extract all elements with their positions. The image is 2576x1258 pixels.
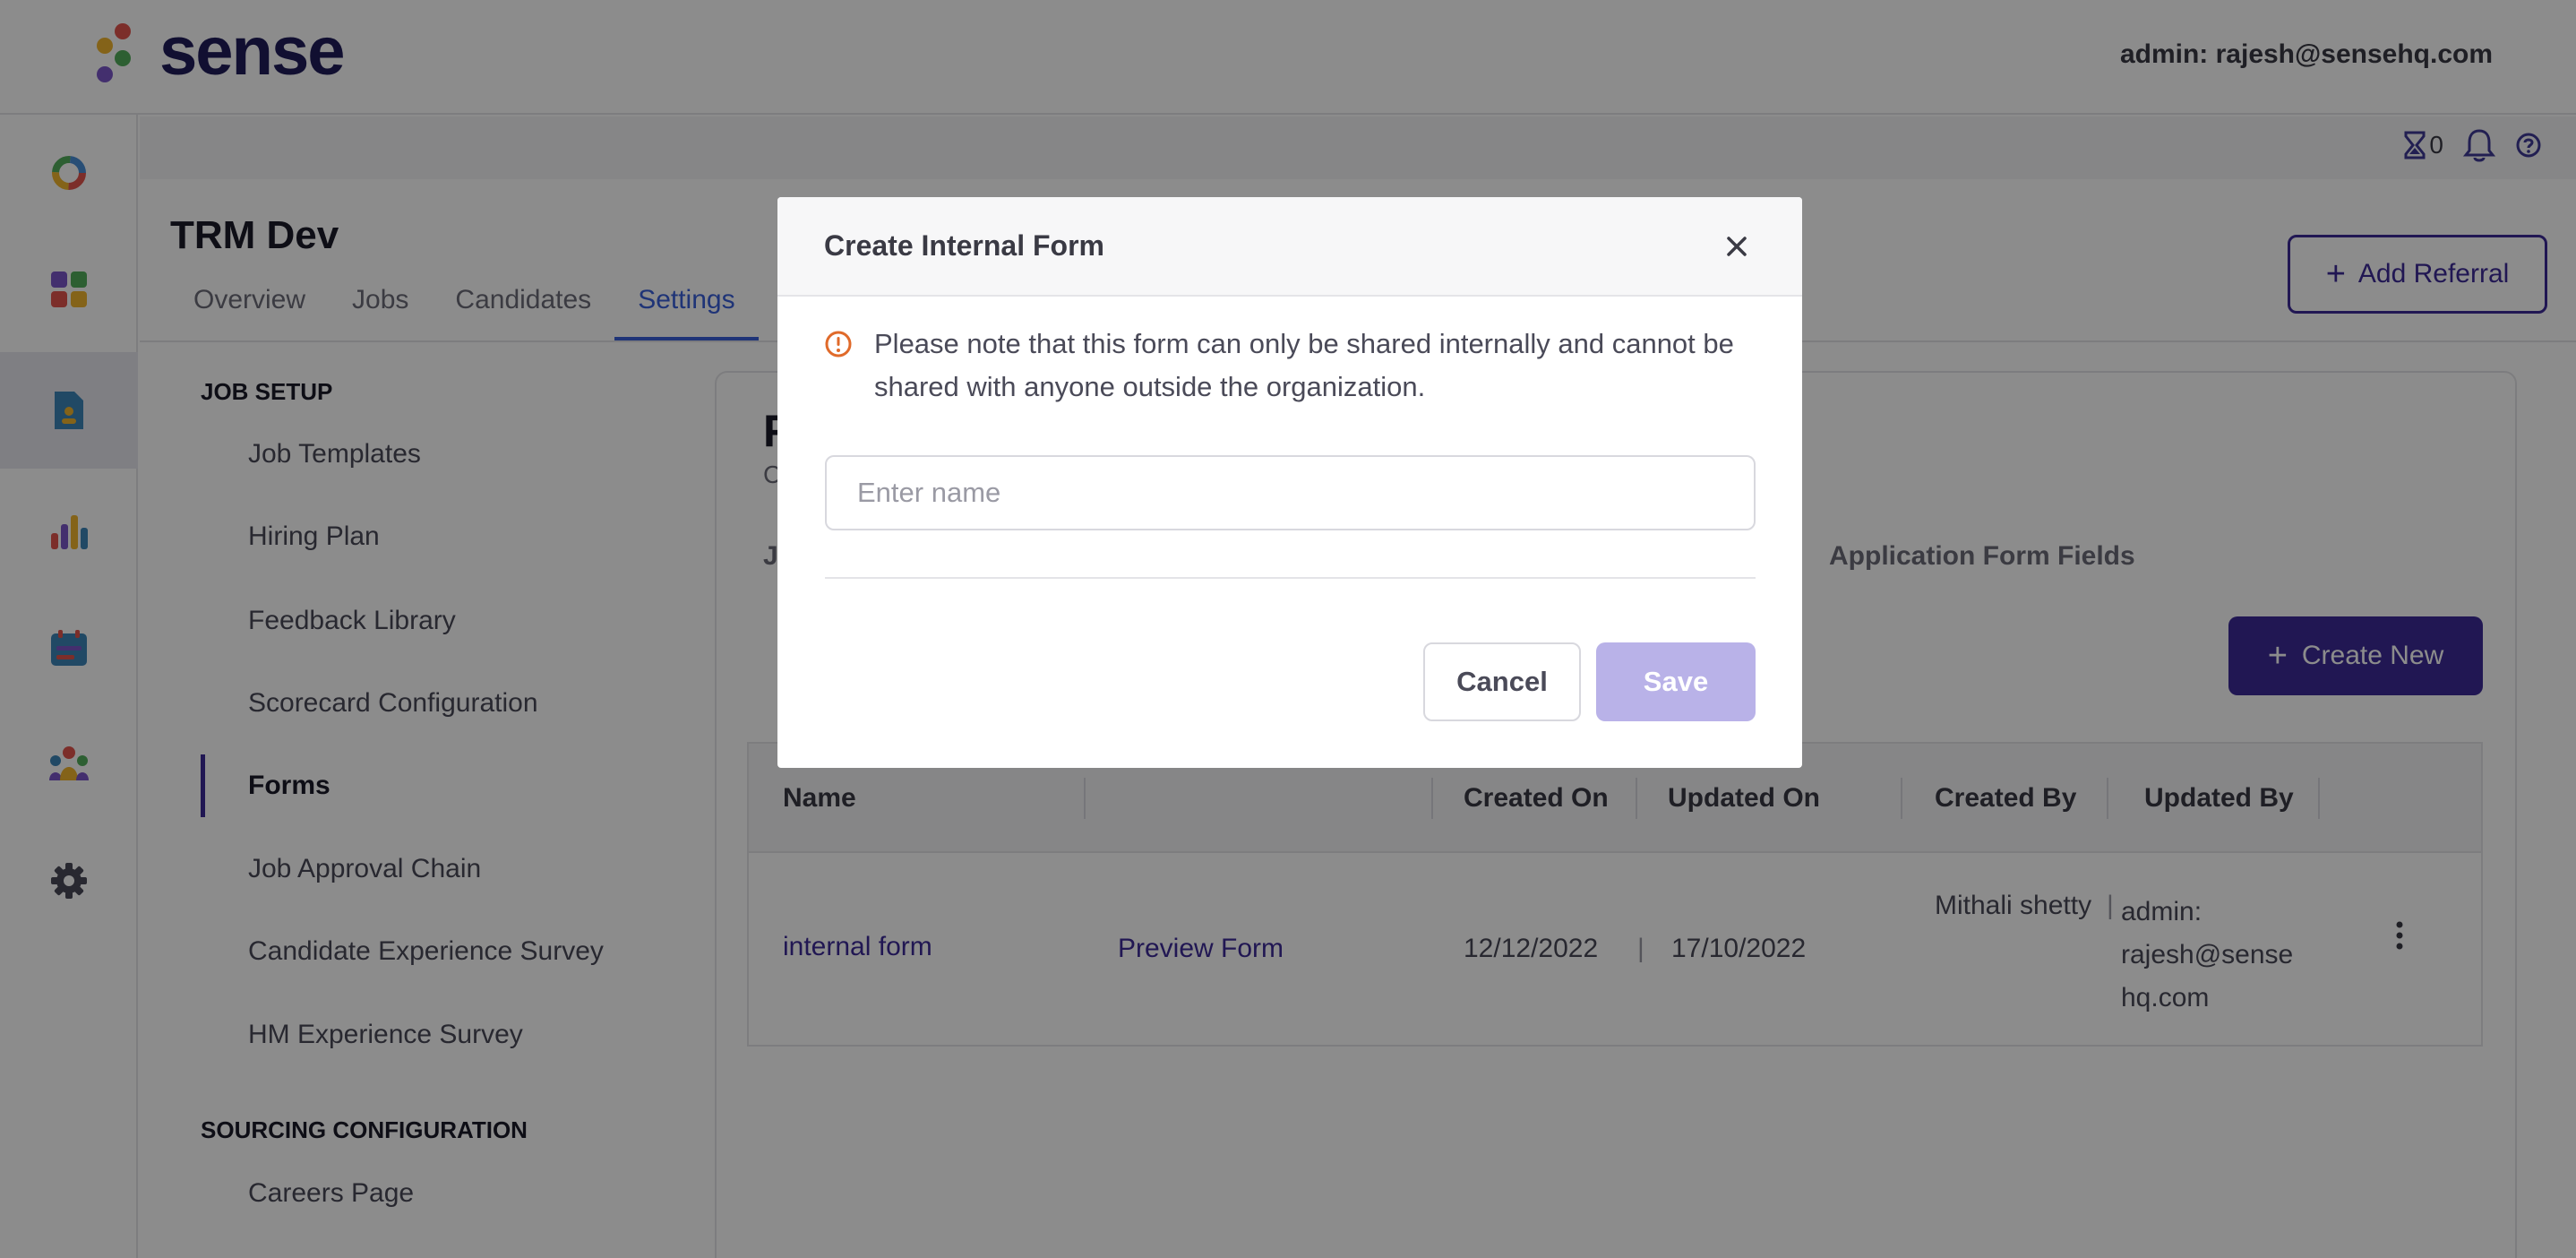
close-icon[interactable] [1725,235,1748,258]
dialog-header: Create Internal Form [777,197,1802,297]
cancel-button[interactable]: Cancel [1423,642,1581,721]
notice-line: shared with anyone outside the organizat… [874,371,1426,402]
warning-circle-icon [825,331,852,358]
notice-text: Please note that this form can only be s… [874,323,1734,409]
internal-notice: Please note that this form can only be s… [824,323,1756,409]
notice-line: Please note that this form can only be s… [874,328,1734,359]
form-name-input[interactable] [825,455,1756,530]
dialog-divider [825,577,1756,579]
create-internal-form-dialog: Create Internal Form Please note that th… [777,197,1802,768]
dialog-title: Create Internal Form [824,229,1104,262]
save-button[interactable]: Save [1596,642,1756,721]
